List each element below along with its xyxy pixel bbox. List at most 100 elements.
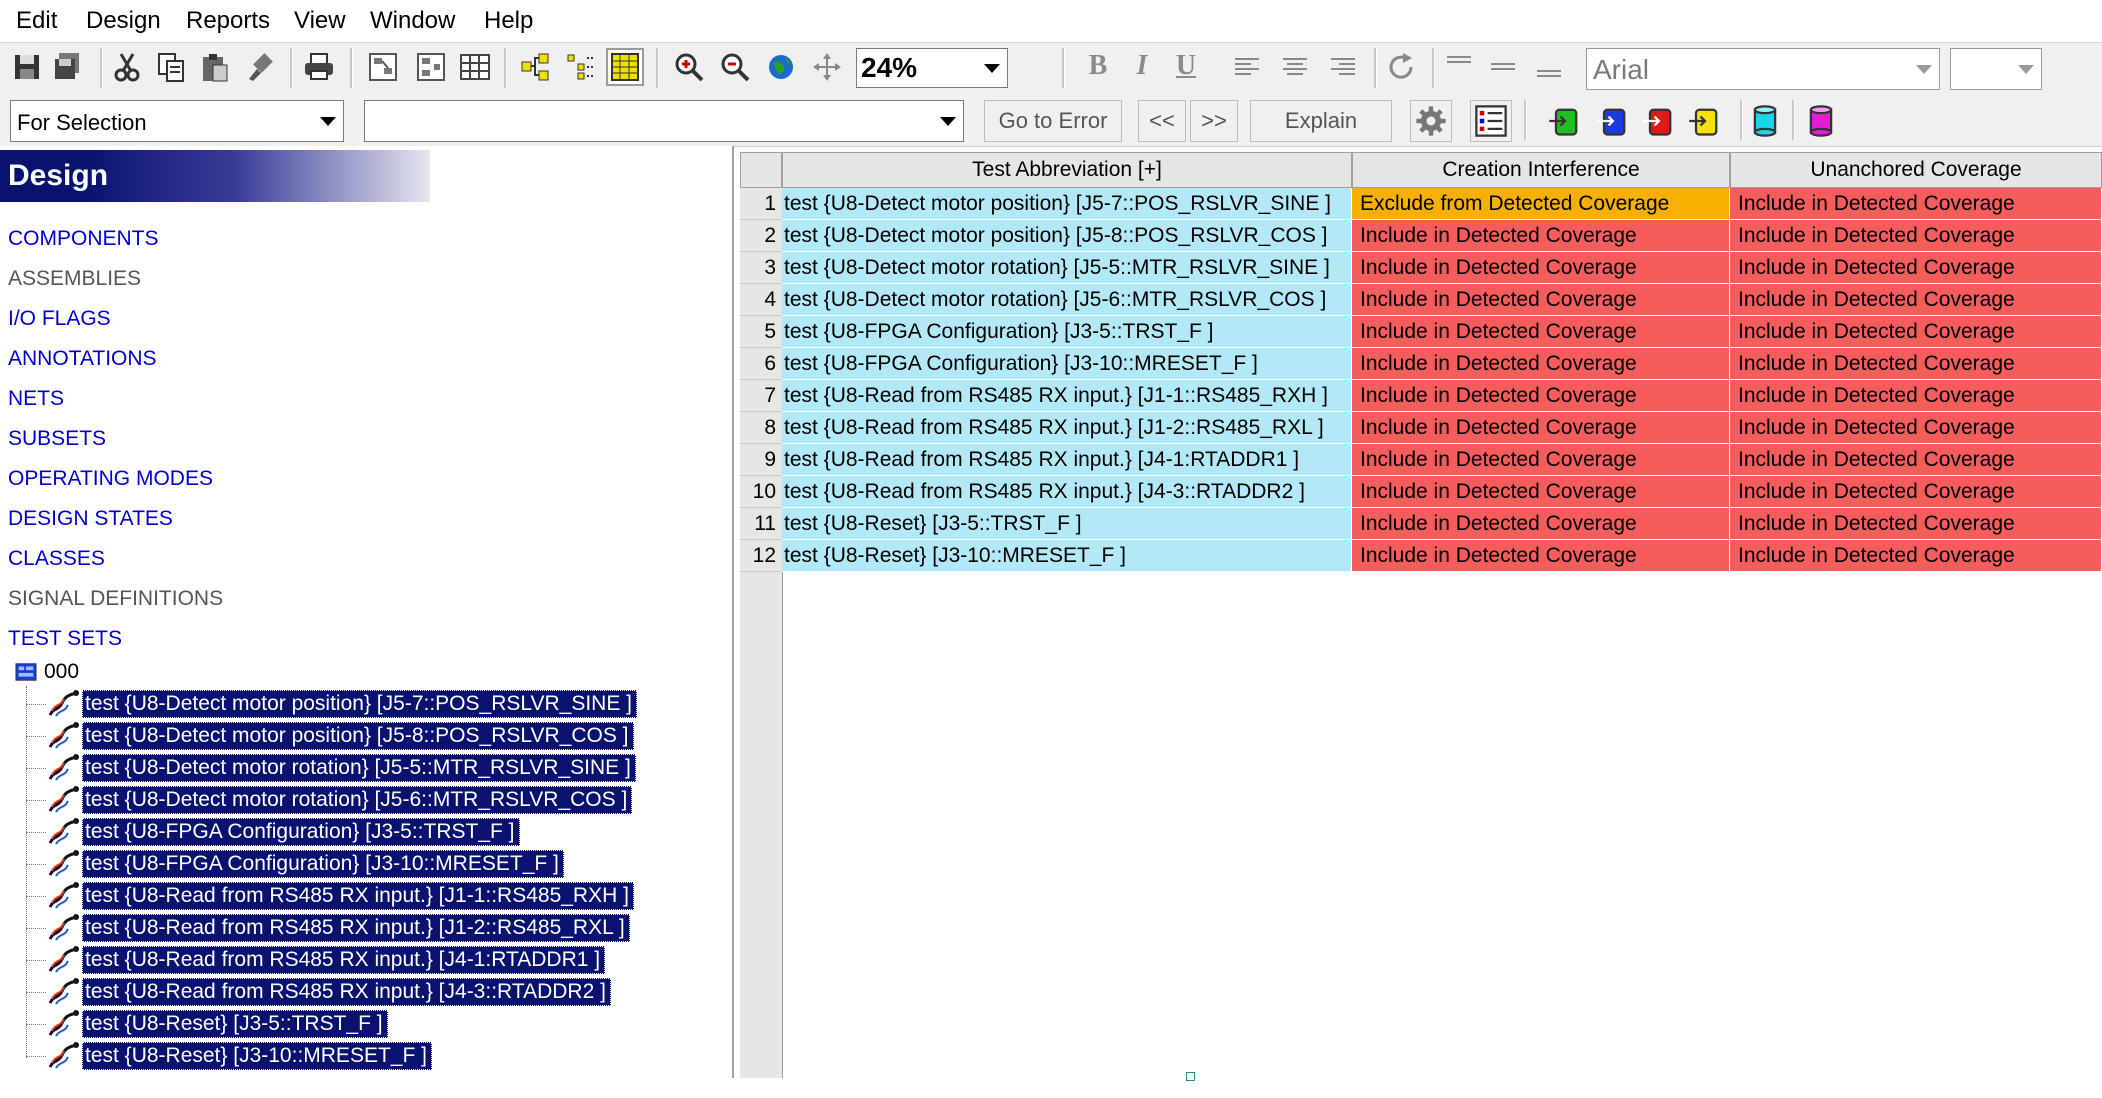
test-tree-item[interactable]: test {U8-Detect motor position} [J5-8::P… [46, 722, 634, 750]
cell-test-abbreviation[interactable]: test {U8-Read from RS485 RX input.} [J1-… [782, 412, 1352, 444]
align-center-button[interactable] [1276, 48, 1314, 86]
save-button[interactable] [8, 48, 46, 86]
row-number[interactable]: 11 [740, 508, 782, 540]
cell-unanchored-coverage[interactable]: Include in Detected Coverage [1730, 316, 2102, 348]
cell-creation-interference[interactable]: Include in Detected Coverage [1352, 252, 1730, 284]
cell-test-abbreviation[interactable]: test {U8-Detect motor rotation} [J5-6::M… [782, 284, 1352, 316]
font-family-select[interactable]: Arial [1586, 48, 1940, 90]
tree-category-design-states[interactable]: DESIGN STATES [8, 506, 173, 532]
italic-button[interactable]: I [1124, 48, 1160, 84]
next-button[interactable]: >> [1190, 100, 1238, 142]
test-tree-item[interactable]: test {U8-Read from RS485 RX input.} [J4-… [46, 978, 611, 1006]
row-number[interactable]: 6 [740, 348, 782, 380]
previous-button[interactable]: << [1138, 100, 1186, 142]
underline-button[interactable]: U [1168, 48, 1204, 84]
row-number[interactable]: 4 [740, 284, 782, 316]
chevron-down-icon[interactable] [1909, 49, 1939, 89]
test-tree-item[interactable]: test {U8-Read from RS485 RX input.} [J1-… [46, 914, 630, 942]
column-header-creation-interference[interactable]: Creation Interference [1352, 152, 1730, 188]
cell-unanchored-coverage[interactable]: Include in Detected Coverage [1730, 188, 2102, 220]
hierarchy-button[interactable] [412, 48, 450, 86]
zoom-in-button[interactable] [670, 48, 708, 86]
cell-unanchored-coverage[interactable]: Include in Detected Coverage [1730, 508, 2102, 540]
chevron-down-icon[interactable] [313, 101, 343, 141]
row-number[interactable]: 3 [740, 252, 782, 284]
cell-creation-interference[interactable]: Include in Detected Coverage [1352, 508, 1730, 540]
green-export-button[interactable] [1544, 100, 1586, 142]
save-all-button[interactable] [48, 48, 86, 86]
menu-window[interactable]: Window [370, 6, 455, 36]
tree-category-components[interactable]: COMPONENTS [8, 226, 159, 252]
test-tree-item[interactable]: test {U8-Reset} [J3-10::MRESET_F ] [46, 1042, 432, 1070]
cell-test-abbreviation[interactable]: test {U8-Read from RS485 RX input.} [J1-… [782, 380, 1352, 412]
print-button[interactable] [300, 48, 338, 86]
row-number[interactable]: 9 [740, 444, 782, 476]
filter-select[interactable] [364, 100, 964, 142]
valign-top-button[interactable] [1440, 48, 1478, 86]
copy-button[interactable] [152, 48, 190, 86]
chevron-down-icon[interactable] [933, 101, 963, 141]
tree-category-annotations[interactable]: ANNOTATIONS [8, 346, 157, 372]
valign-middle-button[interactable] [1484, 48, 1522, 86]
table-view-button[interactable] [456, 48, 494, 86]
row-number[interactable]: 1 [740, 188, 782, 220]
test-tree-item[interactable]: test {U8-FPGA Configuration} [J3-10::MRE… [46, 850, 564, 878]
refresh-button[interactable] [1382, 48, 1420, 86]
cell-unanchored-coverage[interactable]: Include in Detected Coverage [1730, 348, 2102, 380]
cell-creation-interference[interactable]: Exclude from Detected Coverage [1352, 188, 1730, 220]
zoom-select[interactable]: 24% [856, 48, 1008, 88]
cell-creation-interference[interactable]: Include in Detected Coverage [1352, 476, 1730, 508]
tree-category-signal-definitions[interactable]: SIGNAL DEFINITIONS [8, 586, 223, 612]
test-tree-item[interactable]: test {U8-Reset} [J3-5::TRST_F ] [46, 1010, 388, 1038]
paste-button[interactable] [196, 48, 234, 86]
cell-unanchored-coverage[interactable]: Include in Detected Coverage [1730, 540, 2102, 572]
menu-edit[interactable]: Edit [16, 6, 57, 36]
magenta-database-button[interactable] [1800, 100, 1842, 142]
go-to-error-button[interactable]: Go to Error [984, 100, 1122, 142]
chevron-down-icon[interactable] [2011, 49, 2041, 89]
row-number[interactable]: 12 [740, 540, 782, 572]
cut-button[interactable] [108, 48, 146, 86]
tree-category-io-flags[interactable]: I/O FLAGS [8, 306, 111, 332]
cell-test-abbreviation[interactable]: test {U8-Read from RS485 RX input.} [J4-… [782, 476, 1352, 508]
menu-help[interactable]: Help [484, 6, 533, 36]
cell-unanchored-coverage[interactable]: Include in Detected Coverage [1730, 444, 2102, 476]
tree-category-operating-modes[interactable]: OPERATING MODES [8, 466, 213, 492]
test-tree-item[interactable]: test {U8-Detect motor rotation} [J5-6::M… [46, 786, 633, 814]
cell-unanchored-coverage[interactable]: Include in Detected Coverage [1730, 284, 2102, 316]
tree-category-nets[interactable]: NETS [8, 386, 64, 412]
align-left-button[interactable] [1228, 48, 1266, 86]
properties-button[interactable] [1470, 100, 1512, 142]
cell-test-abbreviation[interactable]: test {U8-Reset} [J3-10::MRESET_F ] [782, 540, 1352, 572]
format-painter-button[interactable] [240, 48, 278, 86]
test-tree-item[interactable]: test {U8-FPGA Configuration} [J3-5::TRST… [46, 818, 520, 846]
cell-unanchored-coverage[interactable]: Include in Detected Coverage [1730, 220, 2102, 252]
test-set-node[interactable]: 000 [14, 660, 79, 684]
spreadsheet-view-button[interactable] [606, 48, 644, 86]
yellow-export-button[interactable] [1684, 100, 1726, 142]
tree-category-assemblies[interactable]: ASSEMBLIES [8, 266, 141, 292]
resize-handle[interactable] [1186, 1072, 1195, 1081]
cell-creation-interference[interactable]: Include in Detected Coverage [1352, 412, 1730, 444]
settings-button[interactable] [1410, 100, 1452, 142]
row-number[interactable]: 5 [740, 316, 782, 348]
cell-creation-interference[interactable]: Include in Detected Coverage [1352, 444, 1730, 476]
tree-category-test-sets[interactable]: TEST SETS [8, 626, 122, 652]
test-tree-item[interactable]: test {U8-Detect motor position} [J5-7::P… [46, 690, 638, 718]
cell-creation-interference[interactable]: Include in Detected Coverage [1352, 284, 1730, 316]
align-right-button[interactable] [1324, 48, 1362, 86]
test-tree-item[interactable]: test {U8-Read from RS485 RX input.} [J1-… [46, 882, 634, 910]
cell-creation-interference[interactable]: Include in Detected Coverage [1352, 220, 1730, 252]
block-diagram-button[interactable] [364, 48, 402, 86]
cell-test-abbreviation[interactable]: test {U8-FPGA Configuration} [J3-5::TRST… [782, 316, 1352, 348]
fit-view-button[interactable] [762, 48, 800, 86]
cell-test-abbreviation[interactable]: test {U8-Read from RS485 RX input.} [J4-… [782, 444, 1352, 476]
cell-creation-interference[interactable]: Include in Detected Coverage [1352, 348, 1730, 380]
menu-design[interactable]: Design [86, 6, 161, 36]
bold-button[interactable]: B [1080, 48, 1116, 84]
valign-bottom-button[interactable] [1530, 48, 1568, 86]
cell-test-abbreviation[interactable]: test {U8-Reset} [J3-5::TRST_F ] [782, 508, 1352, 540]
row-number[interactable]: 7 [740, 380, 782, 412]
tree-diagram-button[interactable] [516, 48, 554, 86]
cyan-database-button[interactable] [1744, 100, 1786, 142]
